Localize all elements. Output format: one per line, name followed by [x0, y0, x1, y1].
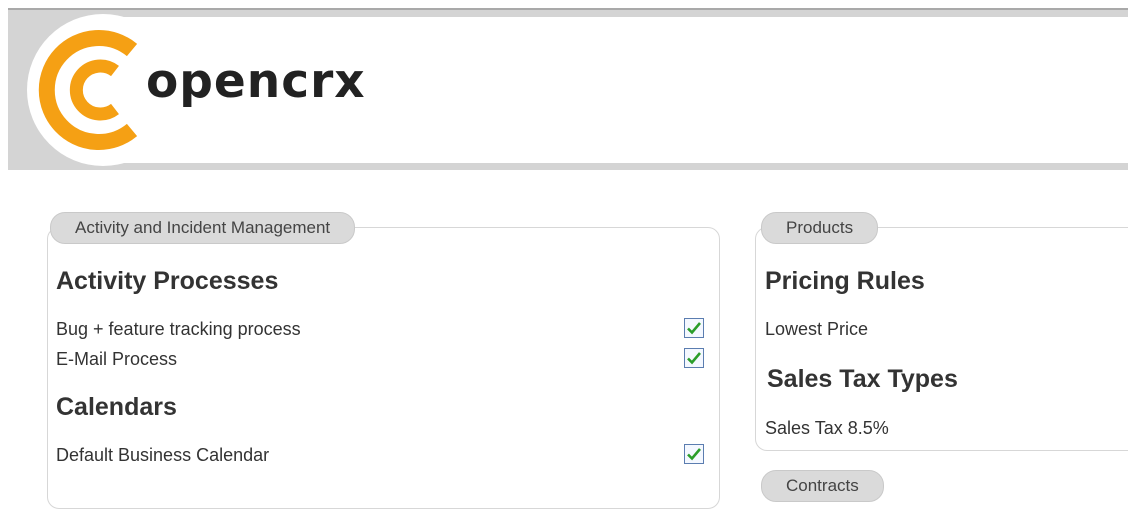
tab-products[interactable]: Products — [761, 212, 879, 244]
checkmark-icon — [687, 322, 701, 335]
tab-activity-and-incident-management[interactable]: Activity and Incident Management — [50, 212, 356, 244]
section-title-calendars: Calendars — [56, 393, 177, 421]
tab-contracts[interactable]: Contracts — [761, 470, 884, 502]
list-item-email-process[interactable]: E-Mail Process — [56, 349, 177, 370]
list-item-lowest-price[interactable]: Lowest Price — [765, 319, 868, 340]
section-title-sales-tax-types: Sales Tax Types — [767, 365, 958, 393]
checkbox-default-business-calendar[interactable] — [684, 444, 704, 464]
checkmark-icon — [687, 352, 701, 365]
list-item-default-business-calendar[interactable]: Default Business Calendar — [56, 445, 269, 466]
checkbox-email-process[interactable] — [684, 348, 704, 368]
checkbox-bug-feature-tracking-process[interactable] — [684, 318, 704, 338]
checkmark-icon — [687, 448, 701, 461]
logo-text[interactable]: opencrx — [146, 58, 366, 105]
section-title-activity-processes: Activity Processes — [56, 267, 279, 295]
list-item-bug-feature-tracking-process[interactable]: Bug + feature tracking process — [56, 319, 301, 340]
list-item-sales-tax[interactable]: Sales Tax 8.5% — [765, 418, 889, 439]
opencrx-c-logo-icon[interactable] — [36, 28, 156, 152]
section-title-pricing-rules: Pricing Rules — [765, 267, 925, 295]
